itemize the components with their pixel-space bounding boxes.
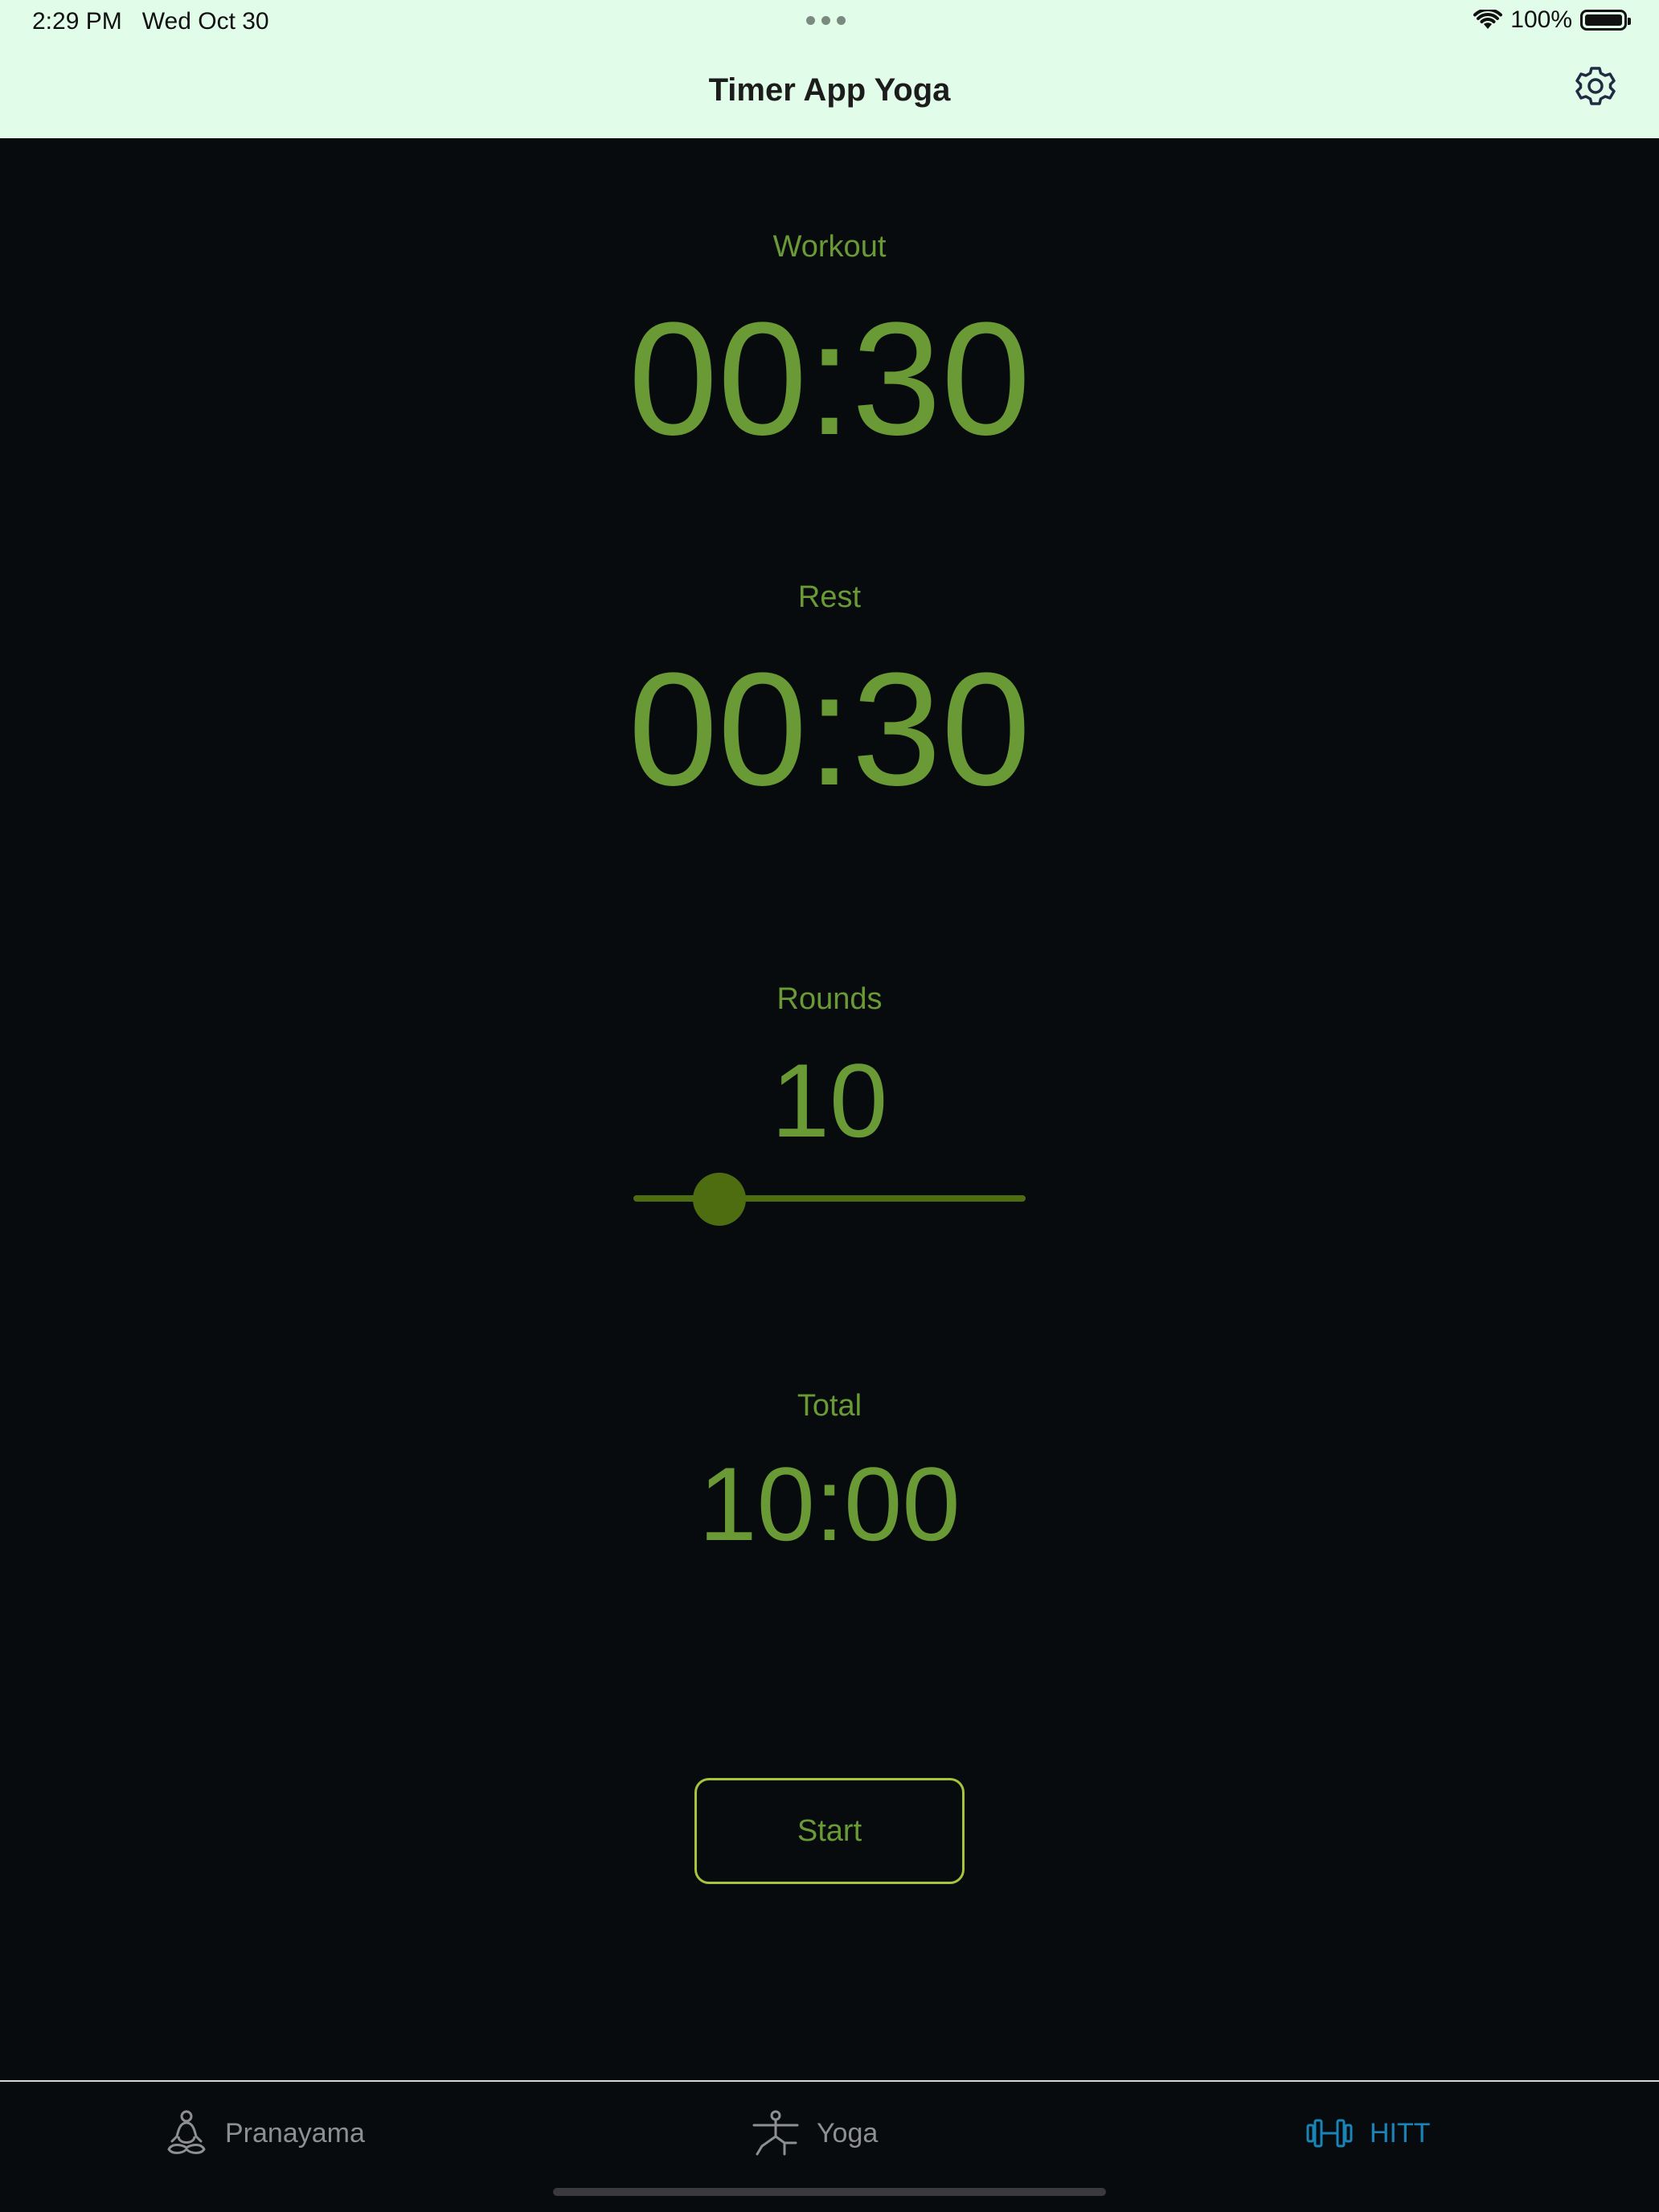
gear-icon: [1575, 67, 1616, 105]
total-label: Total: [797, 1389, 862, 1423]
home-indicator[interactable]: [553, 2188, 1106, 2196]
battery-percent: 100%: [1510, 6, 1572, 33]
status-bar: 2:29 PM Wed Oct 30 100%: [0, 0, 1659, 45]
status-date: Wed Oct 30: [141, 8, 269, 35]
page-title: Timer App Yoga: [708, 72, 951, 108]
rounds-label: Rounds: [776, 982, 883, 1016]
status-right: 100%: [1473, 6, 1631, 34]
tab-pranayama-label: Pranayama: [225, 2117, 365, 2149]
rounds-value: 10: [771, 1042, 888, 1159]
rest-label: Rest: [797, 580, 862, 614]
wifi-icon: [1473, 10, 1503, 29]
tab-hitt[interactable]: HITT: [1305, 2101, 1431, 2165]
settings-button[interactable]: [1569, 59, 1622, 113]
workout-time[interactable]: 00:30: [0, 299, 1659, 460]
multitasking-dots[interactable]: [806, 16, 846, 25]
rounds-slider-thumb[interactable]: [693, 1173, 747, 1226]
status-clock: 2:29 PM: [32, 8, 122, 35]
tab-pranayama[interactable]: Pranayama: [164, 2101, 365, 2165]
hiit-timer-screen: Workout 00:30 Rest 00:30 Rounds 10 Total…: [0, 138, 1659, 2080]
tab-hitt-label: HITT: [1370, 2117, 1431, 2149]
meditation-icon: [167, 2110, 206, 2154]
dumbbell-icon: [1306, 2119, 1353, 2148]
battery-icon: [1580, 10, 1631, 31]
workout-label: Workout: [772, 230, 887, 264]
start-button[interactable]: Start: [694, 1778, 965, 1884]
rest-time[interactable]: 00:30: [0, 649, 1659, 810]
tab-yoga-label: Yoga: [817, 2117, 879, 2149]
tab-yoga[interactable]: Yoga: [751, 2101, 878, 2165]
yoga-pose-icon: [752, 2110, 799, 2156]
rounds-slider[interactable]: [633, 1195, 1026, 1202]
total-time: 10:00: [698, 1445, 961, 1563]
status-time: 2:29 PM Wed Oct 30: [32, 8, 269, 35]
navigation-bar: Timer App Yoga: [0, 45, 1659, 138]
